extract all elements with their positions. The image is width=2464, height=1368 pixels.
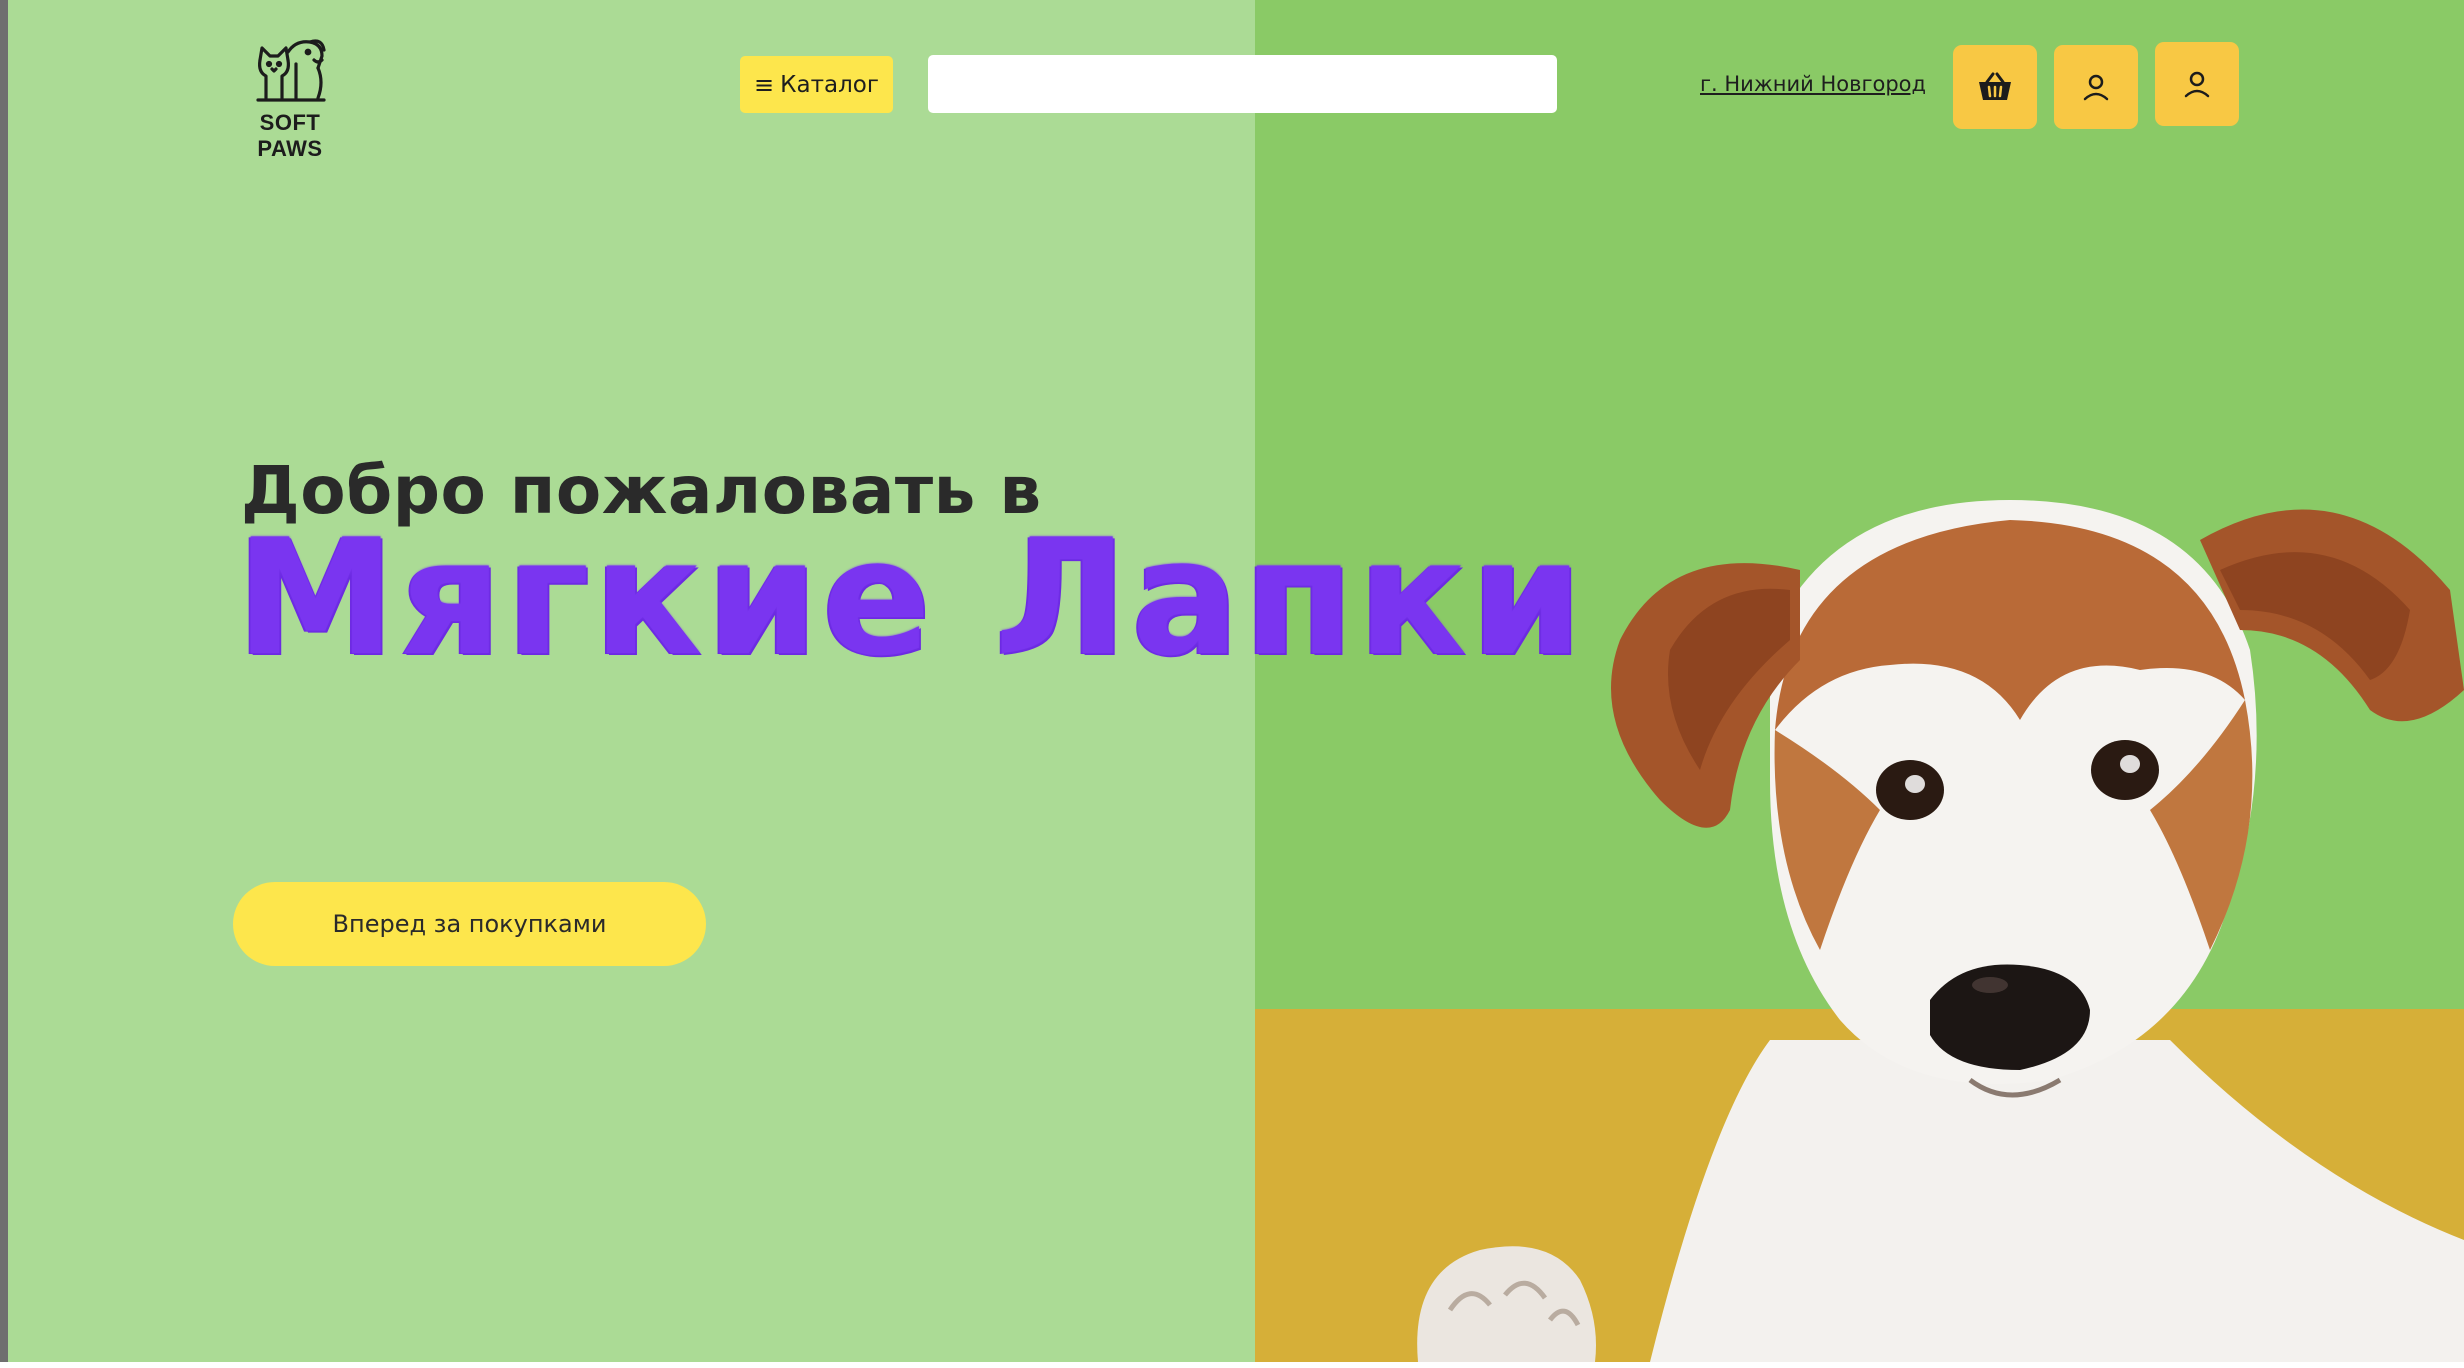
burger-menu-icon: ≡	[754, 70, 775, 99]
catalog-label: Каталог	[780, 71, 879, 98]
user-icon	[2184, 71, 2210, 98]
profile-button[interactable]	[2054, 45, 2138, 129]
cat-dog-logo-icon	[256, 39, 326, 102]
basket-icon	[1979, 72, 2011, 100]
window-edge	[0, 0, 8, 1362]
city-selector-link[interactable]: г. Нижний Новгород	[1700, 72, 1926, 96]
search-input[interactable]	[928, 55, 1557, 113]
user-icon	[2083, 74, 2109, 101]
basket-button[interactable]	[1953, 45, 2037, 129]
hero-brand-title: Мягкие Лапки	[236, 504, 1587, 691]
catalog-button[interactable]: ≡ Каталог	[740, 56, 893, 113]
page-bottom-edge	[0, 1362, 2464, 1368]
logo[interactable]: SOFT PAWS	[228, 38, 352, 161]
page: SOFT PAWS ≡ Каталог г. Нижний Новгород Д…	[0, 0, 2464, 1368]
logo-text: SOFT PAWS	[257, 110, 323, 161]
shop-now-button[interactable]: Вперед за покупками	[233, 882, 706, 966]
dog-hero-image	[1417, 500, 2464, 1362]
account-button[interactable]	[2155, 42, 2239, 126]
